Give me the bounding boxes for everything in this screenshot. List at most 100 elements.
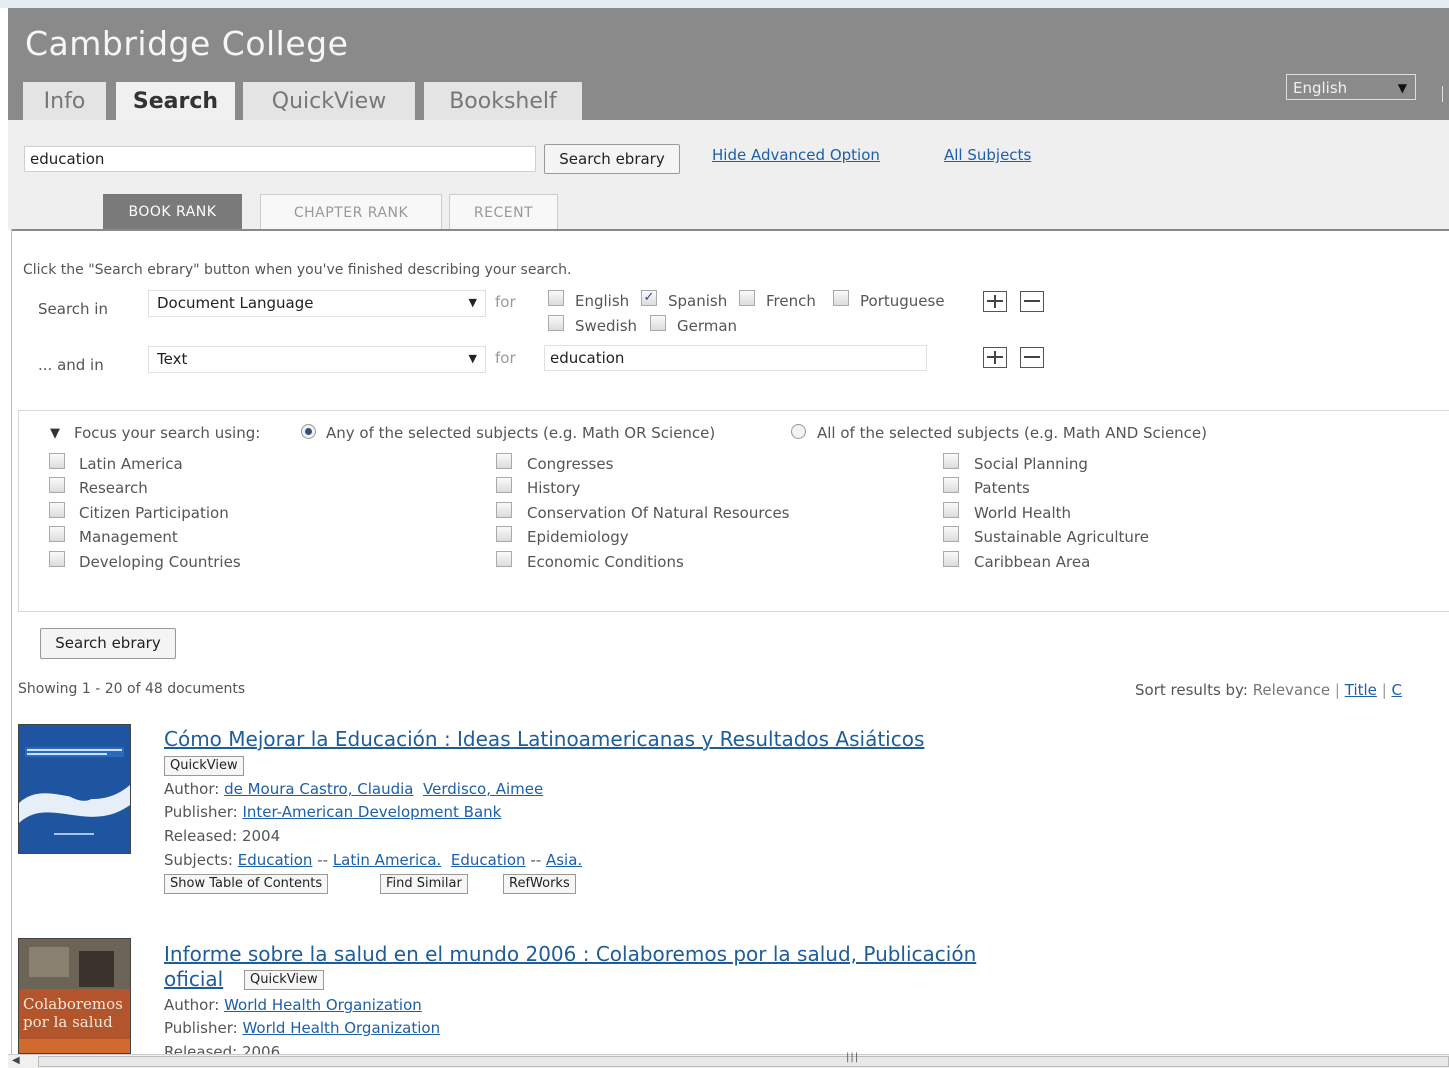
author-label: Author: bbox=[164, 780, 220, 798]
focus-label: Focus your search using: bbox=[74, 424, 261, 442]
subject-checkbox[interactable] bbox=[943, 453, 959, 469]
result-publisher: Publisher: Inter-American Development Ba… bbox=[164, 803, 501, 821]
subject-checkbox[interactable] bbox=[496, 477, 512, 493]
subject-label: Epidemiology bbox=[527, 528, 629, 546]
left-border bbox=[11, 229, 12, 1054]
publisher-link[interactable]: Inter-American Development Bank bbox=[242, 803, 501, 821]
tab-quickview[interactable]: QuickView bbox=[243, 82, 415, 120]
result-released: Released: 2006 bbox=[164, 1043, 281, 1054]
search-input[interactable] bbox=[24, 146, 536, 172]
result-released: Released: 2004 bbox=[164, 827, 280, 845]
remove-row-minus-icon[interactable] bbox=[1020, 347, 1044, 368]
result-released-clip: Released: 2006 bbox=[164, 1043, 280, 1054]
book-cover-2[interactable]: Colaboremos por la salud bbox=[18, 938, 131, 1054]
author-link[interactable]: de Moura Castro, Claudia bbox=[224, 780, 413, 798]
and-in-label: ... and in bbox=[38, 356, 104, 374]
quickview-button[interactable]: QuickView bbox=[164, 756, 244, 776]
tab-chapter-rank[interactable]: CHAPTER RANK bbox=[260, 194, 442, 230]
subject-label: Research bbox=[79, 479, 148, 497]
result-title-link[interactable]: oficial bbox=[164, 967, 223, 991]
subject-label: Economic Conditions bbox=[527, 553, 684, 571]
subject-link[interactable]: Latin America. bbox=[333, 851, 442, 869]
tab-book-rank[interactable]: BOOK RANK bbox=[103, 194, 242, 230]
search-ebrary-button-2[interactable]: Search ebrary bbox=[40, 628, 176, 659]
search-in-label: Search in bbox=[38, 300, 108, 318]
show-table-of-contents-button[interactable]: Show Table of Contents bbox=[164, 874, 329, 894]
and-in-text-input[interactable] bbox=[544, 345, 927, 371]
tab-search[interactable]: Search bbox=[116, 82, 235, 120]
subject-link[interactable]: Asia. bbox=[546, 851, 582, 869]
author-link[interactable]: World Health Organization bbox=[224, 996, 422, 1014]
triangle-down-icon[interactable]: ▼ bbox=[50, 426, 60, 441]
checkbox-german[interactable] bbox=[650, 315, 666, 331]
subject-separator: -- bbox=[530, 851, 542, 869]
search-ebrary-button[interactable]: Search ebrary bbox=[544, 144, 680, 174]
subject-checkbox[interactable] bbox=[49, 526, 65, 542]
subject-label: Management bbox=[79, 528, 178, 546]
result-author: Author: World Health Organization bbox=[164, 996, 422, 1014]
check-icon: ✓ bbox=[643, 290, 655, 305]
subject-label: Developing Countries bbox=[79, 553, 241, 571]
add-row-plus-icon[interactable] bbox=[983, 347, 1007, 368]
advanced-instructions: Click the "Search ebrary" button when yo… bbox=[23, 262, 572, 278]
lang-swedish-label: Swedish bbox=[575, 317, 638, 335]
checkbox-swedish[interactable] bbox=[548, 315, 564, 331]
subject-link[interactable]: Education bbox=[238, 851, 313, 869]
language-select[interactable]: English ▼ bbox=[1286, 74, 1416, 100]
quickview-button[interactable]: QuickView bbox=[244, 970, 324, 990]
subject-checkbox[interactable] bbox=[496, 526, 512, 542]
chevron-down-icon: ▼ bbox=[468, 296, 477, 309]
subject-checkbox[interactable] bbox=[49, 551, 65, 567]
result-title-link[interactable]: Cómo Mejorar la Educación : Ideas Latino… bbox=[164, 727, 924, 751]
all-subjects-link[interactable]: All Subjects bbox=[944, 146, 1031, 164]
hide-advanced-option-link[interactable]: Hide Advanced Option bbox=[712, 146, 880, 164]
book-cover-text: Colaboremos por la salud bbox=[23, 995, 123, 1031]
any-subjects-label: Any of the selected subjects (e.g. Math … bbox=[326, 424, 716, 442]
subject-label: Sustainable Agriculture bbox=[974, 528, 1149, 546]
scroll-left-arrow-icon[interactable]: ◀ bbox=[12, 1055, 20, 1066]
subject-checkbox[interactable] bbox=[943, 526, 959, 542]
result-title-link[interactable]: Informe sobre la salud en el mundo 2006 … bbox=[164, 942, 976, 966]
subject-checkbox[interactable] bbox=[49, 453, 65, 469]
sort-separator: | bbox=[1381, 681, 1387, 699]
subject-checkbox[interactable] bbox=[496, 551, 512, 567]
subject-checkbox[interactable] bbox=[496, 453, 512, 469]
sort-relevance[interactable]: Relevance bbox=[1253, 681, 1330, 699]
sort-title-link[interactable]: Title bbox=[1345, 681, 1377, 699]
publisher-link[interactable]: World Health Organization bbox=[242, 1019, 440, 1037]
remove-row-minus-icon[interactable] bbox=[1020, 291, 1044, 312]
horizontal-scrollbar[interactable]: ◀ ||| bbox=[8, 1052, 1449, 1068]
find-similar-button[interactable]: Find Similar bbox=[380, 874, 468, 894]
search-in-field-value: Document Language bbox=[157, 294, 314, 312]
scrollbar-thumb[interactable] bbox=[38, 1056, 1449, 1067]
subject-checkbox[interactable] bbox=[943, 477, 959, 493]
lang-french-label: French bbox=[766, 292, 816, 310]
radio-any-subjects[interactable] bbox=[301, 424, 316, 439]
tab-recent[interactable]: RECENT bbox=[449, 194, 558, 230]
tab-bookshelf[interactable]: Bookshelf bbox=[424, 82, 582, 120]
checkbox-french[interactable] bbox=[739, 290, 755, 306]
and-in-field-select[interactable]: Text ▼ bbox=[148, 346, 486, 373]
subject-checkbox[interactable] bbox=[943, 502, 959, 518]
subject-checkbox[interactable] bbox=[496, 502, 512, 518]
lang-german-label: German bbox=[677, 317, 738, 335]
refworks-button[interactable]: RefWorks bbox=[503, 874, 576, 894]
top-strip bbox=[0, 0, 1449, 8]
lang-spanish-label: Spanish bbox=[668, 292, 728, 310]
chevron-down-icon: ▼ bbox=[1397, 81, 1407, 95]
search-in-field-select[interactable]: Document Language ▼ bbox=[148, 290, 486, 317]
publisher-label: Publisher: bbox=[164, 1019, 238, 1037]
add-row-plus-icon[interactable] bbox=[983, 291, 1007, 312]
checkbox-english[interactable] bbox=[548, 290, 564, 306]
author-link[interactable]: Verdisco, Aimee bbox=[423, 780, 543, 798]
checkbox-portuguese[interactable] bbox=[833, 290, 849, 306]
tab-info[interactable]: Info bbox=[23, 82, 106, 120]
sort-cut-link[interactable]: C bbox=[1392, 681, 1402, 699]
radio-all-subjects[interactable] bbox=[791, 424, 806, 439]
book-cover-1[interactable] bbox=[18, 724, 131, 854]
subject-link[interactable]: Education bbox=[451, 851, 526, 869]
subject-checkbox[interactable] bbox=[943, 551, 959, 567]
subject-checkbox[interactable] bbox=[49, 502, 65, 518]
subject-checkbox[interactable] bbox=[49, 477, 65, 493]
checkbox-spanish[interactable]: ✓ bbox=[641, 290, 657, 306]
